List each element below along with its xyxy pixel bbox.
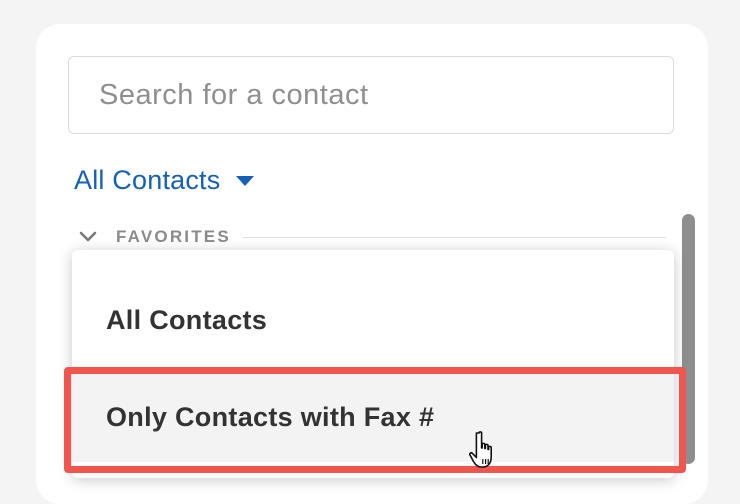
menu-item-label: Only Contacts with Fax # (106, 401, 435, 432)
contact-filter-menu: All Contacts Only Contacts with Fax # (72, 250, 674, 478)
search-input[interactable] (68, 56, 674, 134)
menu-item-all-contacts[interactable]: All Contacts (72, 280, 674, 360)
contact-filter-dropdown-toggle[interactable]: All Contacts (74, 160, 255, 200)
section-divider (242, 236, 666, 238)
scrollbar-thumb[interactable] (682, 214, 695, 464)
favorites-section-label: FAVORITES (116, 227, 231, 246)
favorites-section-header[interactable]: FAVORITES (78, 224, 666, 250)
chevron-down-icon (79, 231, 97, 242)
contact-filter-label: All Contacts (74, 164, 221, 195)
menu-item-fax-contacts[interactable]: Only Contacts with Fax # (72, 372, 674, 462)
caret-down-icon (236, 176, 255, 186)
menu-item-label: All Contacts (106, 304, 268, 335)
